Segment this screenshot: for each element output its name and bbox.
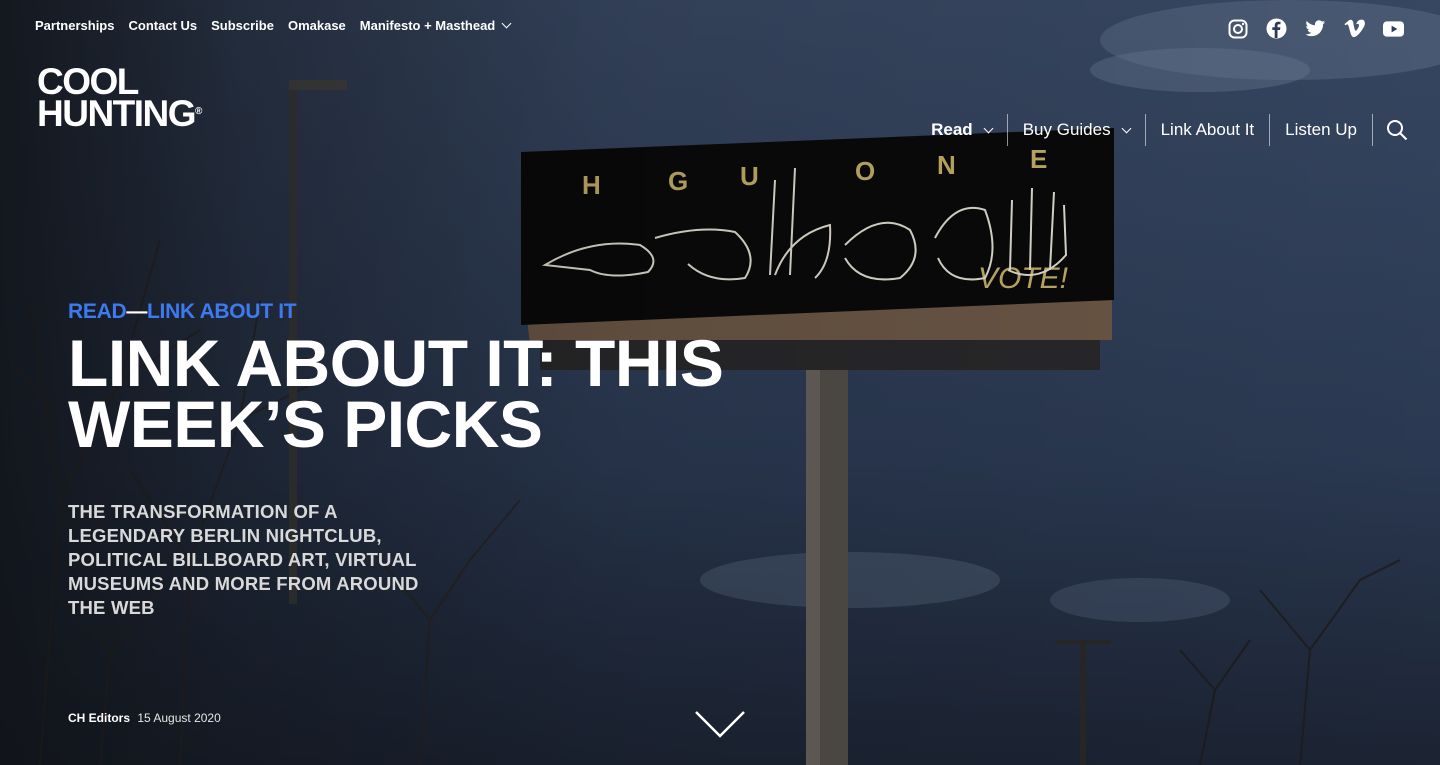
utility-link-manifesto-label: Manifesto + Masthead	[359, 18, 496, 33]
search-icon	[1387, 120, 1408, 141]
article-dek: THE TRANSFORMATION OF A LEGENDARY BERLIN…	[68, 501, 419, 618]
registered-mark: ®	[195, 106, 203, 117]
scroll-down-chevron-icon[interactable]	[694, 708, 746, 742]
site-logo[interactable]: COOL HUNTING®	[37, 63, 203, 132]
utility-link-manifesto[interactable]: Manifesto + Masthead	[359, 18, 512, 33]
nav-link-about-it-label: Link About It	[1160, 120, 1255, 139]
utility-link-contact[interactable]: Contact Us	[128, 18, 197, 33]
nav-link-about-it[interactable]: Link About It	[1144, 114, 1270, 146]
utility-link-subscribe[interactable]: Subscribe	[211, 18, 274, 33]
utility-link-partnerships[interactable]: Partnerships	[35, 18, 114, 33]
nav-read[interactable]: Read	[916, 114, 1007, 146]
chevron-down-icon	[983, 123, 994, 133]
facebook-icon[interactable]	[1266, 18, 1287, 39]
breadcrumb-separator: —	[126, 300, 148, 323]
social-links	[1227, 18, 1404, 39]
search-button[interactable]	[1372, 114, 1408, 146]
twitter-icon[interactable]	[1305, 18, 1326, 39]
breadcrumb-link-about-it[interactable]: LINK ABOUT IT	[147, 300, 297, 323]
chevron-down-icon	[501, 18, 512, 29]
publish-date: 15 August 2020	[137, 711, 221, 725]
breadcrumb-read[interactable]: READ	[68, 300, 127, 323]
article-breadcrumb: READ—LINK ABOUT IT	[68, 300, 297, 324]
instagram-icon[interactable]	[1227, 18, 1248, 39]
logo-line-2: HUNTING	[37, 93, 197, 134]
article-title: LINK ABOUT IT: THIS WEEK’S PICKS	[68, 326, 724, 461]
utility-nav: Partnerships Contact Us Subscribe Omakas…	[35, 18, 512, 33]
nav-buy-guides-label: Buy Guides	[1022, 120, 1111, 139]
chevron-down-icon	[1121, 123, 1132, 133]
nav-listen-up-label: Listen Up	[1285, 120, 1357, 139]
youtube-icon[interactable]	[1383, 18, 1404, 39]
author-link[interactable]: CH Editors	[68, 711, 130, 725]
nav-listen-up[interactable]: Listen Up	[1269, 114, 1372, 146]
byline: CH Editors 15 August 2020	[68, 711, 221, 725]
nav-read-label: Read	[931, 120, 973, 139]
vimeo-icon[interactable]	[1344, 18, 1365, 39]
nav-buy-guides[interactable]: Buy Guides	[1006, 114, 1145, 146]
main-nav: Read Buy Guides Link About It Listen Up	[916, 114, 1408, 146]
utility-link-omakase[interactable]: Omakase	[288, 18, 346, 33]
